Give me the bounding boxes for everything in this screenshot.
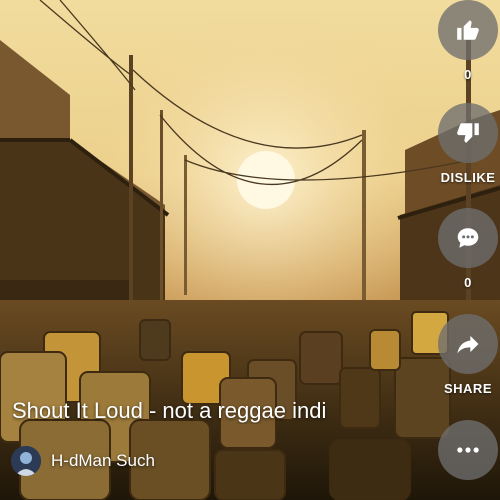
comment-icon: [457, 228, 479, 248]
channel-avatar[interactable]: [11, 446, 41, 476]
comments-count: 0: [464, 275, 472, 290]
channel-name[interactable]: H-dMan Such: [51, 451, 155, 471]
more-horizontal-icon: [457, 447, 479, 453]
share-arrow-icon: [457, 335, 479, 354]
like-action: 0: [436, 0, 500, 82]
like-button[interactable]: [438, 0, 498, 60]
video-title[interactable]: Shout It Loud - not a reggae indi: [12, 398, 404, 424]
more-action: [436, 420, 500, 480]
video-scene-image: [0, 0, 500, 500]
share-action: SHARE: [436, 314, 500, 396]
dislike-label: DISLIKE: [440, 170, 496, 185]
dislike-action: DISLIKE: [436, 103, 500, 185]
more-button[interactable]: [438, 420, 498, 480]
channel-info[interactable]: H-dMan Such: [11, 446, 155, 476]
action-bar: 0 DISLIKE 0 SHARE: [436, 0, 500, 500]
dislike-button[interactable]: [438, 103, 498, 163]
share-button[interactable]: [438, 314, 498, 374]
thumbs-down-icon: [457, 123, 479, 143]
comments-button[interactable]: [438, 208, 498, 268]
avatar-image: [11, 446, 41, 476]
thumbs-up-icon: [457, 20, 479, 40]
share-label: SHARE: [443, 381, 492, 396]
video-frame[interactable]: [0, 0, 500, 500]
comments-action: 0: [436, 208, 500, 290]
like-count: 0: [464, 67, 472, 82]
